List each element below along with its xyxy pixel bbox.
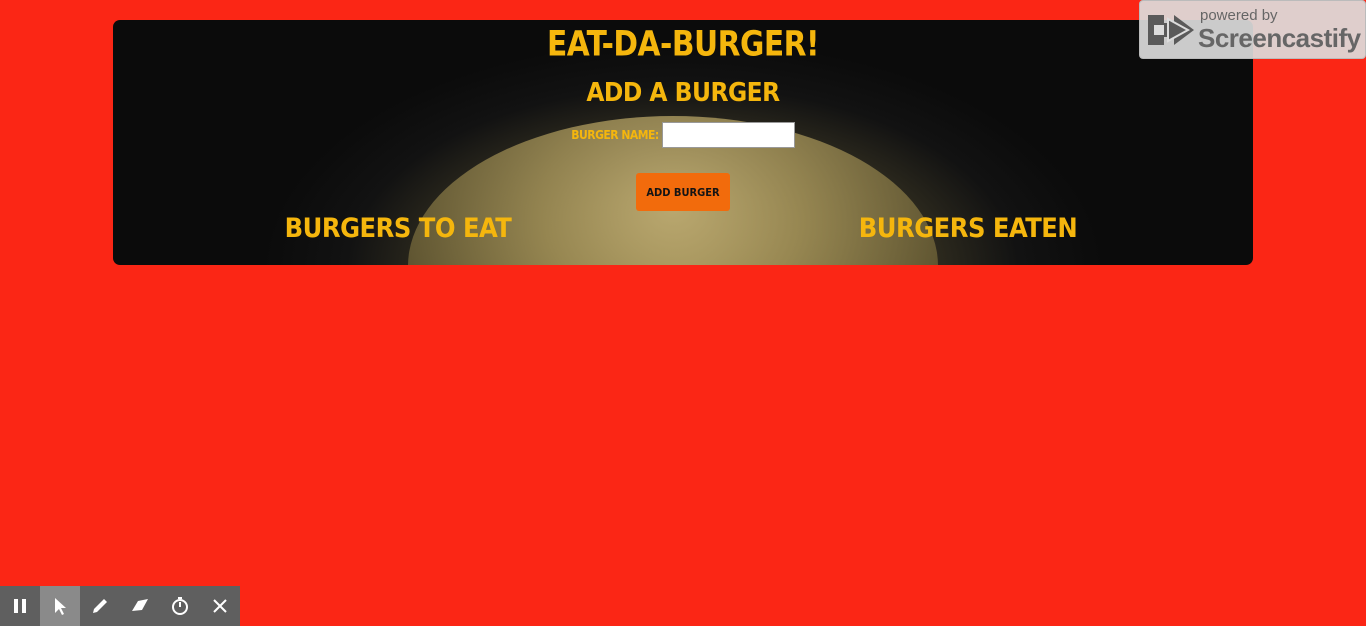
eraser-tool-button[interactable] <box>120 586 160 626</box>
cursor-tool-button[interactable] <box>40 586 80 626</box>
add-burger-button[interactable]: ADD BURGER <box>636 173 730 211</box>
burgers-to-eat-heading: BURGERS TO EAT <box>284 213 512 244</box>
close-icon <box>213 599 227 613</box>
eraser-icon <box>132 599 148 611</box>
timer-icon <box>172 597 188 615</box>
pause-button[interactable] <box>0 586 40 626</box>
powered-by-text: powered by <box>1200 7 1278 24</box>
pen-icon <box>93 599 107 613</box>
burgers-eaten-heading: BURGERS EATEN <box>858 213 1078 244</box>
timer-tool-button[interactable] <box>160 586 200 626</box>
burger-name-input[interactable] <box>661 122 795 148</box>
burger-form: BURGER NAME: <box>113 122 1253 148</box>
burger-name-label: BURGER NAME: <box>571 128 659 142</box>
screencastify-watermark: powered by Screencastify <box>1139 0 1366 59</box>
screencastify-logo-icon <box>1148 15 1194 45</box>
pause-icon <box>14 599 26 613</box>
page-title: EAT-DA-BURGER! <box>546 23 820 64</box>
hero-content: EAT-DA-BURGER! ADD A BURGER BURGER NAME:… <box>113 20 1253 265</box>
recorder-toolbar <box>0 586 240 626</box>
cursor-icon <box>55 598 66 615</box>
brand-text: Screencastify <box>1198 23 1361 53</box>
close-recorder-button[interactable] <box>200 586 240 626</box>
pen-tool-button[interactable] <box>80 586 120 626</box>
hero-banner: EAT-DA-BURGER! ADD A BURGER BURGER NAME:… <box>113 20 1253 265</box>
add-burger-heading: ADD A BURGER <box>586 78 780 108</box>
